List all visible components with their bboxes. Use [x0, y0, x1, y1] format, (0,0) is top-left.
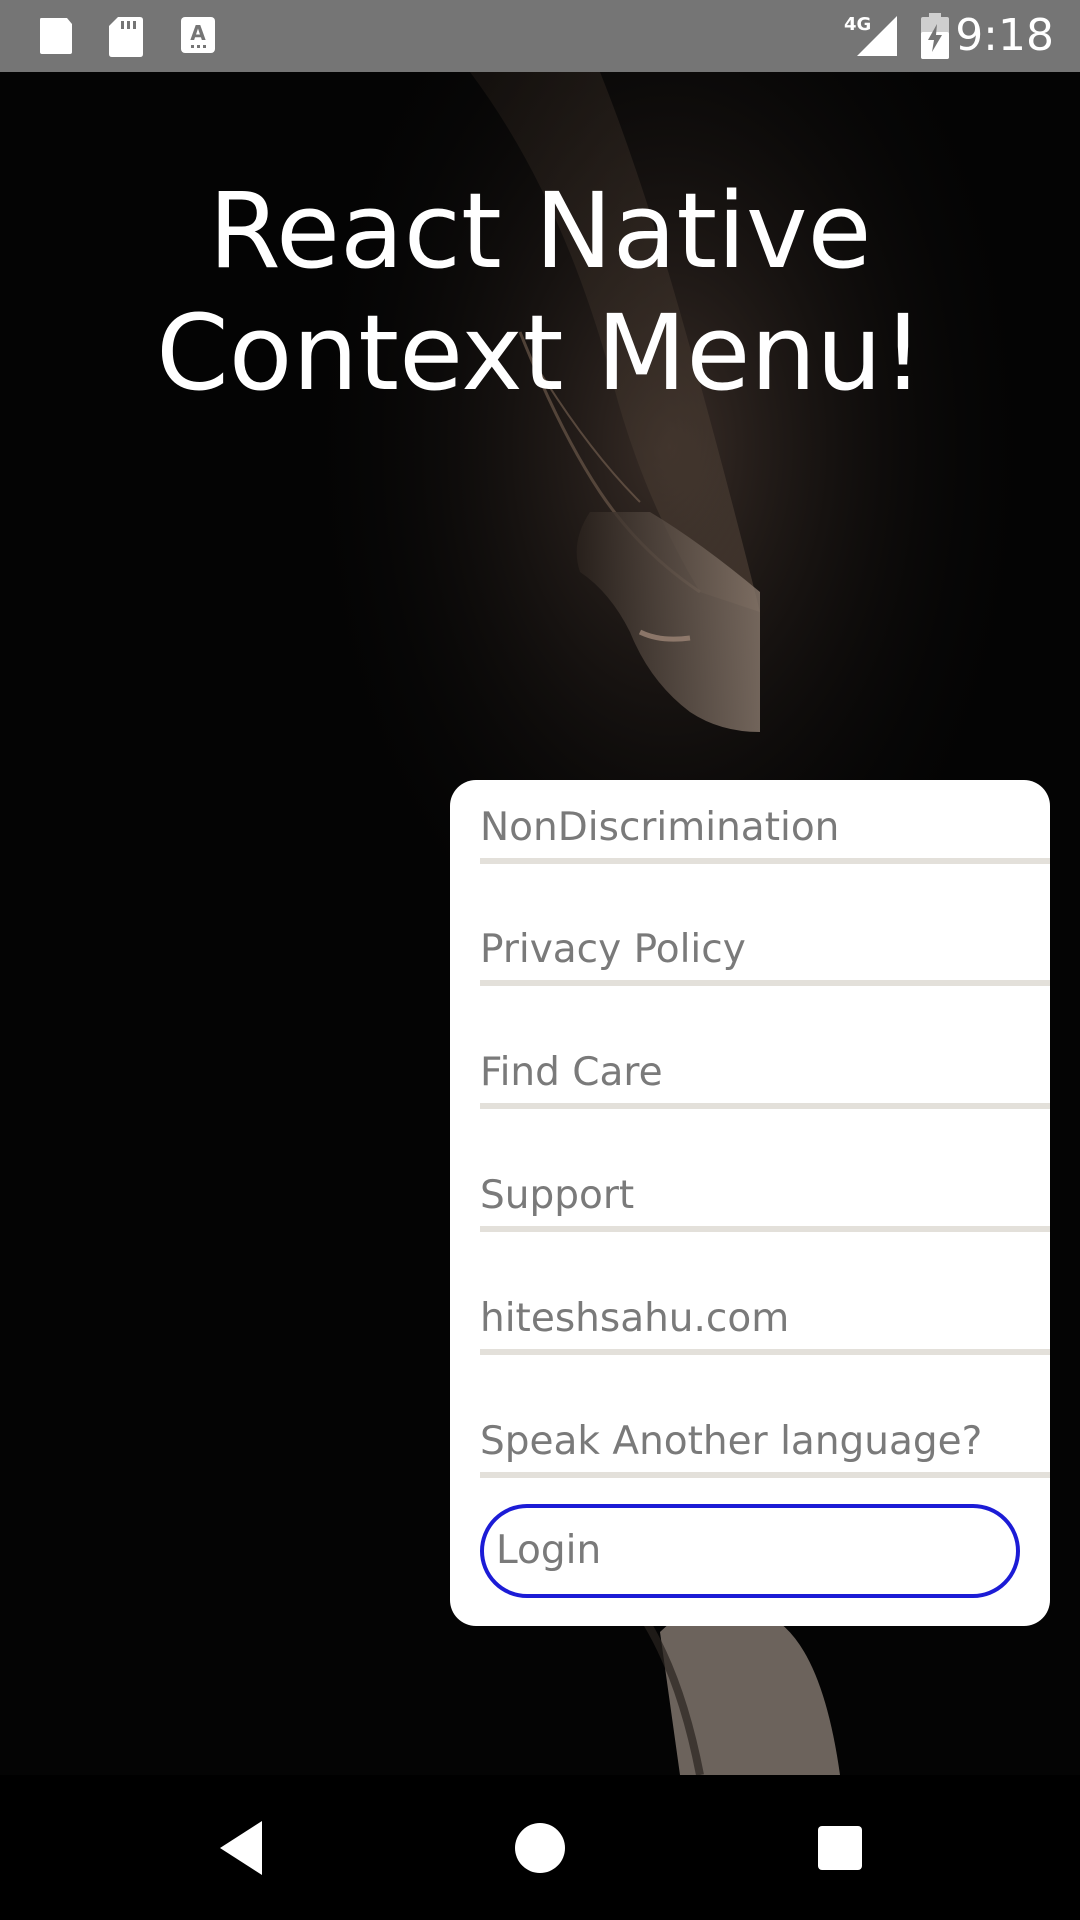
- sd-card-icon: [109, 17, 143, 57]
- svg-text:4G: 4G: [844, 14, 871, 35]
- page-title-line-1: React Native: [208, 170, 872, 292]
- battery-charging-icon: [921, 13, 949, 59]
- page-title: React Native Context Menu!: [0, 170, 1080, 414]
- status-bar: A 4G 9:18: [0, 0, 1080, 72]
- menu-item-nondiscrimination[interactable]: NonDiscrimination: [480, 780, 1050, 864]
- menu-item-speak-another-language[interactable]: Speak Another language?: [480, 1380, 1050, 1478]
- menu-item-label: Privacy Policy: [480, 927, 746, 972]
- app-screen: A 4G 9:18 React Native Context Menu! Non…: [0, 0, 1080, 1920]
- menu-item-label: NonDiscrimination: [480, 805, 840, 850]
- keyboard-a-icon: A: [181, 17, 215, 53]
- context-menu: NonDiscrimination Privacy Policy Find Ca…: [450, 780, 1050, 1626]
- recents-icon[interactable]: [805, 1813, 875, 1883]
- menu-item-support[interactable]: Support: [480, 1134, 1050, 1232]
- menu-item-label: Speak Another language?: [480, 1419, 983, 1464]
- status-bar-time: 9:18: [955, 10, 1054, 61]
- menu-item-privacy-policy[interactable]: Privacy Policy: [480, 888, 1050, 986]
- home-icon[interactable]: [505, 1813, 575, 1883]
- menu-item-label: Support: [480, 1173, 635, 1218]
- svg-text:A: A: [190, 21, 206, 45]
- notification-square-icon: [40, 18, 72, 54]
- menu-item-label: hiteshsahu.com: [480, 1296, 790, 1341]
- menu-item-website[interactable]: hiteshsahu.com: [480, 1257, 1050, 1355]
- menu-item-label: Find Care: [480, 1050, 663, 1095]
- back-icon[interactable]: [206, 1813, 276, 1883]
- page-title-line-2: Context Menu!: [156, 292, 924, 414]
- login-button[interactable]: Login: [480, 1504, 1020, 1598]
- navigation-bar: [0, 1775, 1080, 1920]
- signal-4g-icon: 4G: [844, 14, 897, 56]
- menu-item-find-care[interactable]: Find Care: [480, 1011, 1050, 1109]
